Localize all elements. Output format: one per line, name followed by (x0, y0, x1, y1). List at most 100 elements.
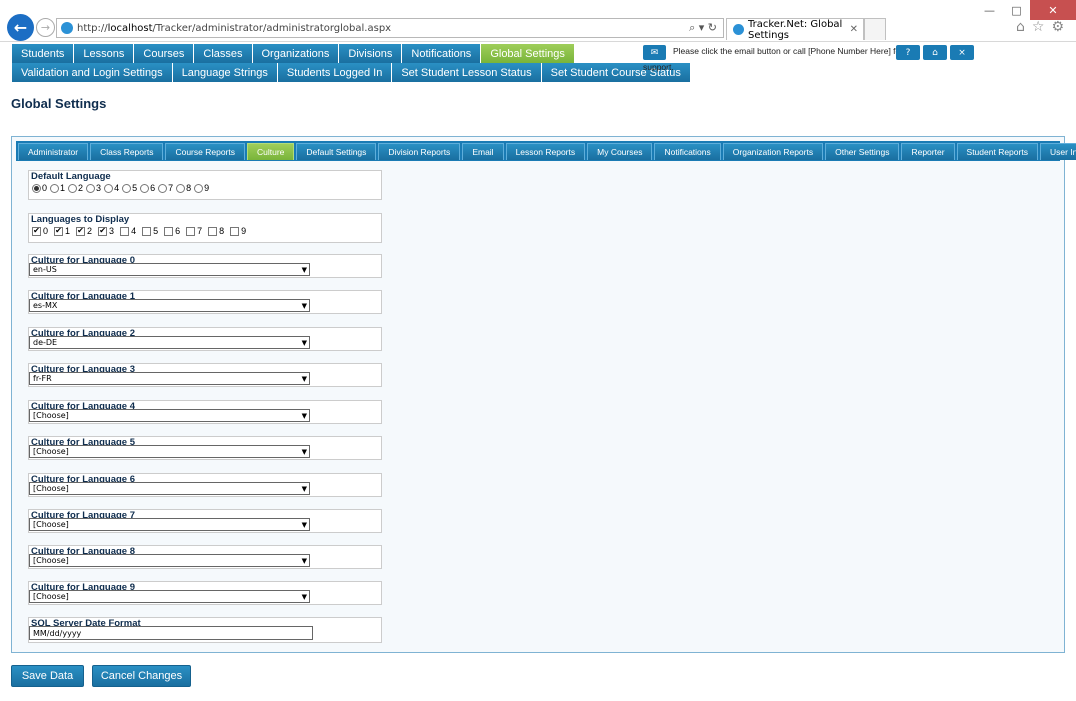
tab-lesson-reports[interactable]: Lesson Reports (505, 143, 586, 160)
default-language-option[interactable]: 3 (86, 183, 101, 193)
culture-5-select[interactable]: [Choose] ▼ (29, 445, 310, 458)
language-display-option[interactable]: ✔ 2 (76, 226, 92, 236)
default-language-option[interactable]: 7 (158, 183, 173, 193)
maximize-icon[interactable]: □ (1003, 0, 1030, 20)
default-language-option[interactable]: 9 (194, 183, 209, 193)
checkbox[interactable] (208, 226, 218, 236)
menu-courses[interactable]: Courses (134, 44, 195, 63)
home-button-icon[interactable]: ⌂ (923, 45, 947, 60)
language-display-option[interactable]: 9 (230, 226, 246, 236)
radio-button[interactable] (194, 183, 204, 193)
radio-button[interactable] (86, 183, 96, 193)
language-display-option[interactable]: 7 (186, 226, 202, 236)
checkbox[interactable] (120, 226, 130, 236)
checkbox[interactable] (230, 226, 240, 236)
culture-2-select[interactable]: de-DE ▼ (29, 336, 310, 349)
culture-4-select[interactable]: [Choose] ▼ (29, 409, 310, 422)
save-data-button[interactable]: Save Data (11, 665, 84, 687)
checkbox[interactable] (142, 226, 152, 236)
menu-students-logged-in[interactable]: Students Logged In (277, 63, 393, 82)
tab-notifications[interactable]: Notifications (654, 143, 721, 160)
default-language-option[interactable]: 8 (176, 183, 191, 193)
language-display-option[interactable]: 5 (142, 226, 158, 236)
tab-my-courses[interactable]: My Courses (587, 143, 653, 160)
language-display-option[interactable]: 4 (120, 226, 136, 236)
checkbox[interactable]: ✔ (98, 226, 108, 236)
default-language-option[interactable]: 5 (122, 183, 137, 193)
checkbox[interactable]: ✔ (76, 226, 86, 236)
tab-division-reports[interactable]: Division Reports (378, 143, 461, 160)
tab-reporter[interactable]: Reporter (901, 143, 955, 160)
default-language-option[interactable]: 6 (140, 183, 155, 193)
menu-classes[interactable]: Classes (194, 44, 253, 63)
default-language-option[interactable]: 2 (68, 183, 83, 193)
tab-culture[interactable]: Culture (247, 143, 295, 160)
default-language-option[interactable]: 4 (104, 183, 119, 193)
radio-button[interactable] (32, 183, 41, 193)
menu-set-lesson-status[interactable]: Set Student Lesson Status (392, 63, 542, 82)
radio-button[interactable] (50, 183, 60, 193)
tab-other-settings[interactable]: Other Settings (825, 143, 900, 160)
minimize-icon[interactable]: — (976, 0, 1003, 20)
browser-tab[interactable]: Tracker.Net: Global Settings ✕ (726, 18, 864, 41)
search-refresh-icons[interactable]: ⌕ ▾ ↻ (689, 21, 717, 35)
tab-default-settings[interactable]: Default Settings (296, 143, 377, 160)
language-display-option[interactable]: ✔ 0 (32, 226, 48, 236)
checkbox[interactable]: ✔ (54, 226, 64, 236)
radio-button[interactable] (158, 183, 168, 193)
menu-organizations[interactable]: Organizations (252, 44, 340, 63)
sql-date-input[interactable]: MM/dd/yyyy (29, 626, 313, 640)
menu-notifications[interactable]: Notifications (402, 44, 482, 63)
culture-6-select[interactable]: [Choose] ▼ (29, 482, 310, 495)
menu-global-settings[interactable]: Global Settings (481, 44, 575, 63)
checkbox-label: 8 (219, 226, 225, 236)
radio-button[interactable] (176, 183, 186, 193)
language-display-option[interactable]: 8 (208, 226, 224, 236)
checkbox[interactable] (164, 226, 174, 236)
menu-students[interactable]: Students (12, 44, 75, 63)
settings-gear-icon[interactable]: ⚙ (1051, 19, 1064, 35)
culture-1-select[interactable]: es-MX ▼ (29, 299, 310, 312)
culture-7-select[interactable]: [Choose] ▼ (29, 518, 310, 531)
tab-organization-reports[interactable]: Organization Reports (722, 143, 824, 160)
tab-close-icon[interactable]: ✕ (850, 24, 858, 35)
default-language-option[interactable]: 1 (50, 183, 65, 193)
tab-user-interface[interactable]: User Interface (1039, 143, 1076, 160)
radio-button[interactable] (140, 183, 150, 193)
chevron-down-icon: ▼ (301, 301, 307, 310)
culture-9-select[interactable]: [Choose] ▼ (29, 590, 310, 603)
radio-button[interactable] (122, 183, 132, 193)
tab-administrator[interactable]: Administrator (18, 143, 89, 160)
radio-button[interactable] (104, 183, 114, 193)
language-display-option[interactable]: ✔ 1 (54, 226, 70, 236)
help-icon[interactable]: ? (896, 45, 920, 60)
address-bar[interactable]: http://localhost/Tracker/administrator/a… (56, 18, 724, 38)
back-arrow-icon[interactable]: ← (7, 14, 34, 41)
tab-student-reports[interactable]: Student Reports (956, 143, 1038, 160)
language-display-option[interactable]: ✔ 3 (98, 226, 114, 236)
culture-0-select[interactable]: en-US ▼ (29, 263, 310, 276)
menu-language-strings[interactable]: Language Strings (172, 63, 278, 82)
checkbox[interactable]: ✔ (32, 226, 41, 236)
logout-close-icon[interactable]: × (950, 45, 974, 60)
tab-course-reports[interactable]: Course Reports (165, 143, 245, 160)
new-tab-button[interactable] (864, 18, 886, 40)
menu-divisions[interactable]: Divisions (339, 44, 403, 63)
email-icon[interactable]: ✉ (643, 45, 666, 60)
languages-display-group: Languages to Display ✔ 0 ✔ 1 ✔ 2 ✔ 3 4 5 6 7 8 9 (28, 213, 382, 243)
default-language-option[interactable]: 0 (32, 183, 47, 193)
checkbox[interactable] (186, 226, 196, 236)
tab-email[interactable]: Email (462, 143, 504, 160)
culture-8-select[interactable]: [Choose] ▼ (29, 554, 310, 567)
tab-class-reports[interactable]: Class Reports (90, 143, 164, 160)
forward-arrow-icon[interactable]: → (36, 18, 55, 37)
language-display-option[interactable]: 6 (164, 226, 180, 236)
radio-button[interactable] (68, 183, 78, 193)
home-icon[interactable]: ⌂ (1016, 19, 1025, 35)
culture-3-select[interactable]: fr-FR ▼ (29, 372, 310, 385)
cancel-changes-button[interactable]: Cancel Changes (92, 665, 191, 687)
favorites-star-icon[interactable]: ☆ (1032, 19, 1045, 35)
menu-lessons[interactable]: Lessons (74, 44, 135, 63)
menu-validation-login[interactable]: Validation and Login Settings (12, 63, 173, 82)
close-window-icon[interactable]: ✕ (1030, 0, 1076, 20)
